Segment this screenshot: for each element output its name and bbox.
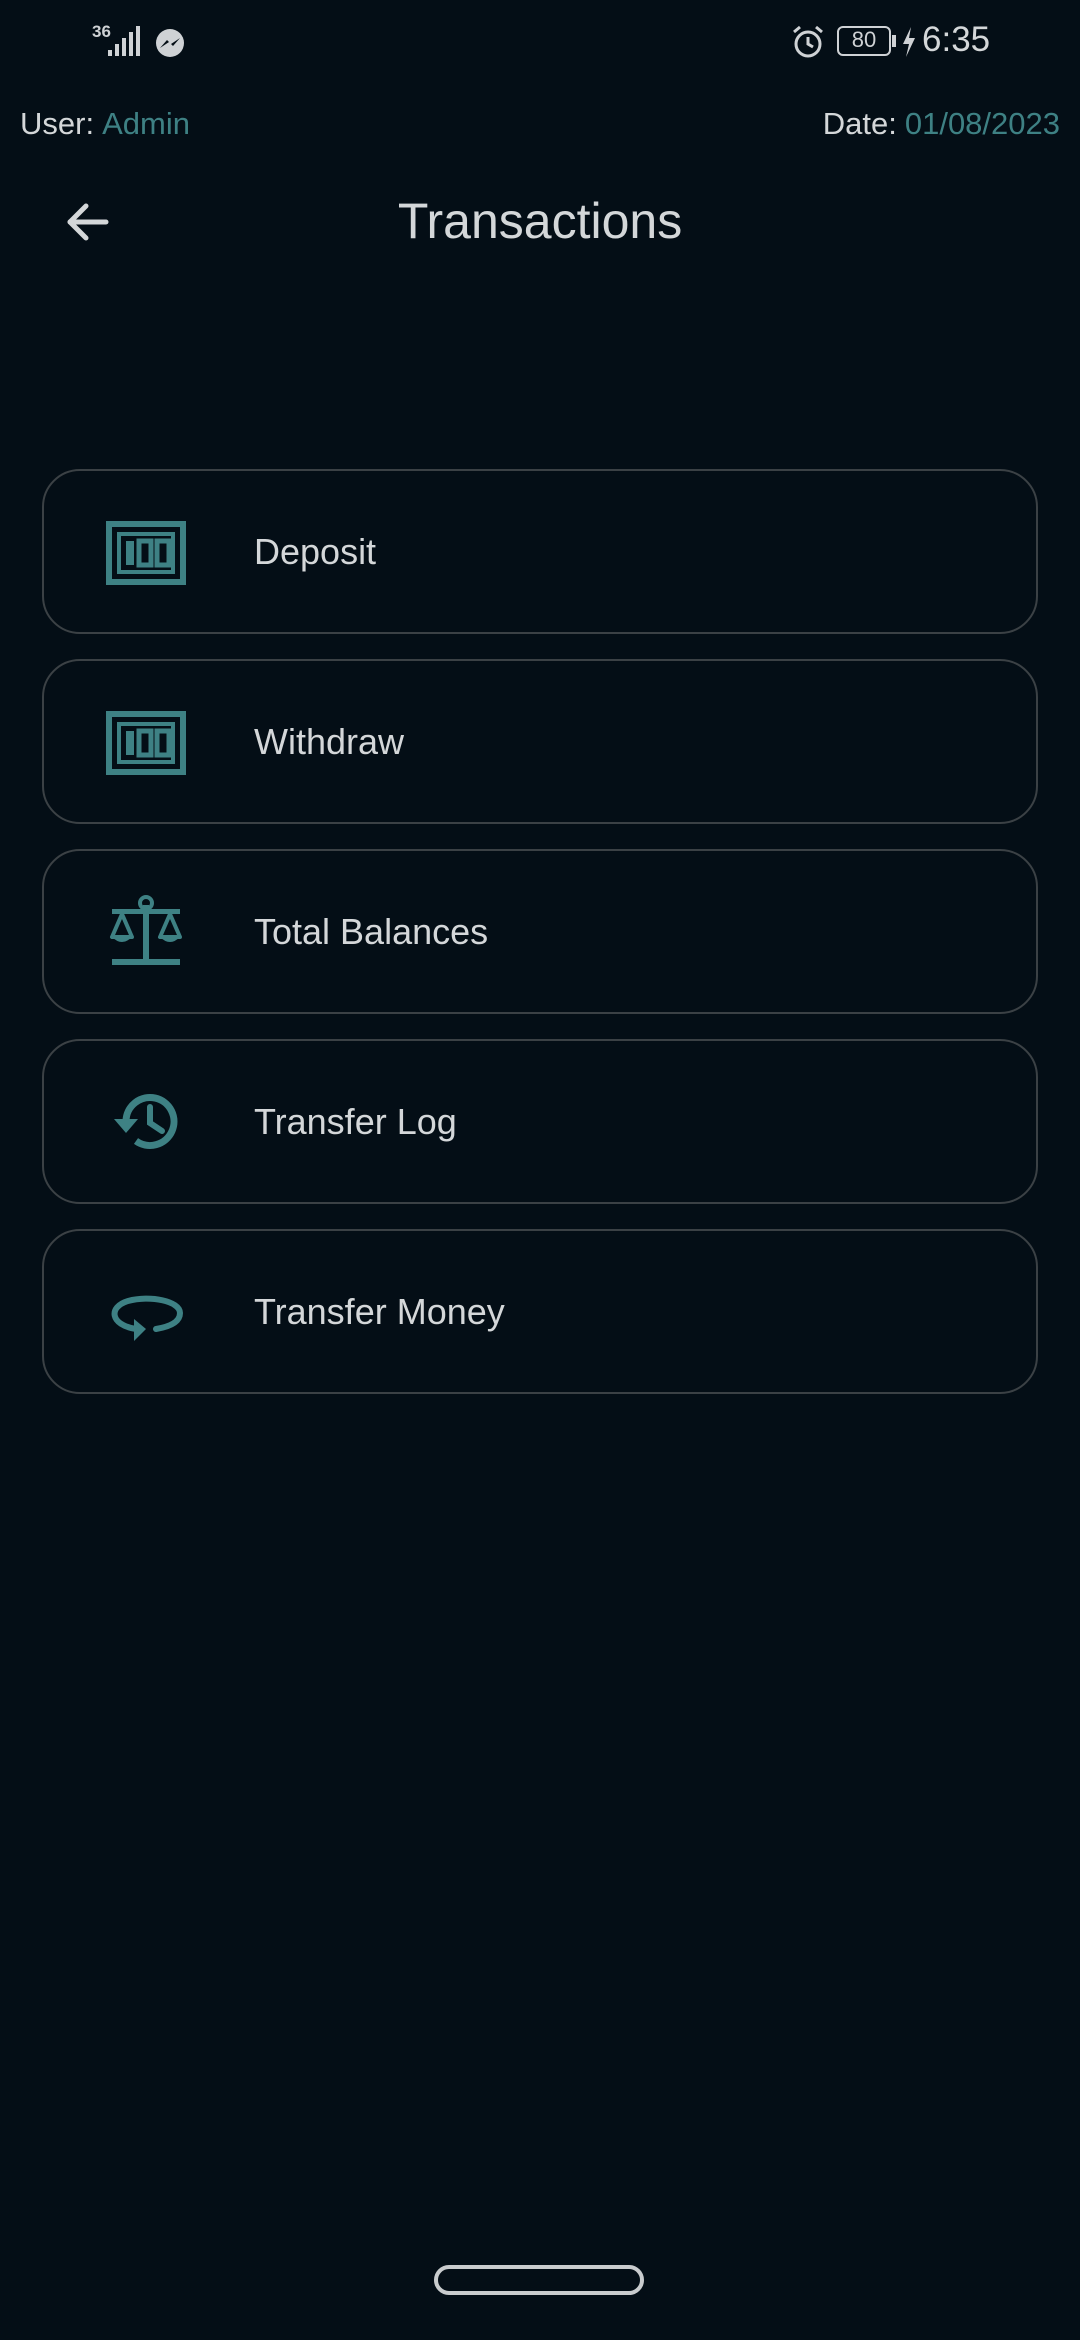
deposit-button[interactable]: Deposit (42, 469, 1038, 634)
date-label: Date: (822, 106, 897, 141)
money-bill-icon (106, 711, 186, 775)
transfer-money-button[interactable]: Transfer Money (42, 1229, 1038, 1394)
scale-balance-icon (110, 895, 182, 965)
transfer-log-label: Transfer Log (254, 1101, 457, 1142)
battery-level: 80 (851, 27, 877, 52)
rotate-arrow-icon (111, 1295, 184, 1341)
status-time: 6:35 (922, 20, 991, 59)
alarm-icon (793, 25, 823, 58)
deposit-label: Deposit (254, 531, 377, 572)
transfer-log-button[interactable]: Transfer Log (42, 1039, 1038, 1204)
home-indicator[interactable] (434, 2265, 644, 2295)
messenger-icon (156, 29, 184, 57)
status-bar: 36 80 6:35 (0, 0, 1080, 86)
user-info: User: Admin (20, 106, 190, 142)
money-bill-icon (106, 521, 186, 585)
withdraw-button[interactable]: Withdraw (42, 659, 1038, 824)
page-title: Transactions (397, 193, 683, 249)
user-label: User: (20, 106, 95, 141)
history-icon (114, 1094, 178, 1149)
total-balances-label: Total Balances (254, 911, 489, 952)
transfer-money-label: Transfer Money (254, 1291, 505, 1332)
date-info: Date: 01/08/2023 (823, 106, 1060, 142)
withdraw-label: Withdraw (254, 721, 405, 762)
user-value: Admin (102, 106, 190, 141)
total-balances-button[interactable]: Total Balances (42, 849, 1038, 1014)
signal-icon (108, 26, 140, 56)
transactions-menu: Deposit Withdraw Total Balances Transfer… (42, 469, 1038, 1419)
charging-icon (903, 27, 915, 57)
date-value: 01/08/2023 (904, 106, 1060, 141)
